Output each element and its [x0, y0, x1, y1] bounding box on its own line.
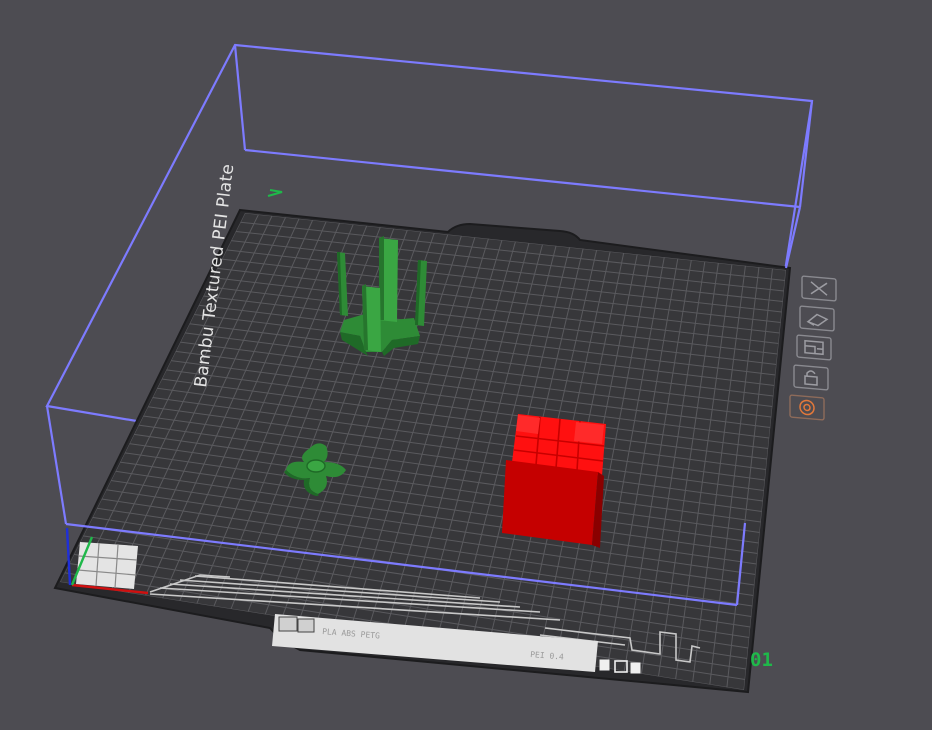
delete-plate-button[interactable] [801, 275, 837, 302]
segmented-cube-model[interactable] [502, 414, 606, 548]
arrange-button[interactable] [796, 334, 832, 361]
plate-settings-button[interactable] [789, 394, 825, 421]
lock-plate-button[interactable] [793, 364, 829, 391]
build-plate[interactable]: Bambu Textured PEI Plate PLA ABS PETG PE… [53, 163, 792, 694]
3d-viewport[interactable]: Bambu Textured PEI Plate PLA ABS PETG PE… [0, 0, 932, 730]
scene-svg[interactable]: Bambu Textured PEI Plate PLA ABS PETG PE… [0, 0, 932, 730]
plate-toolbar [789, 275, 837, 421]
plate-number-label: 01 [750, 649, 773, 671]
auto-orient-button[interactable] [799, 305, 835, 332]
corner-calibration-grid [76, 542, 138, 589]
plate-origin-marker [267, 189, 283, 197]
